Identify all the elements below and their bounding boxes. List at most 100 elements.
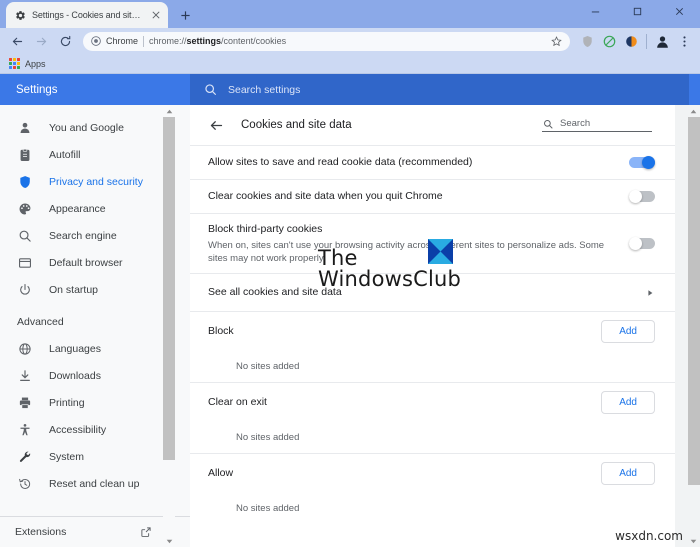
add-button-block[interactable]: Add bbox=[601, 320, 655, 343]
bookmark-star-icon[interactable] bbox=[549, 35, 563, 47]
scroll-down-arrow-icon[interactable] bbox=[688, 535, 700, 547]
window-close-button[interactable] bbox=[658, 0, 700, 22]
clear-on-quit-toggle[interactable] bbox=[629, 190, 655, 203]
sidebar-item-privacy-and-security[interactable]: Privacy and security bbox=[0, 168, 190, 195]
sidebar-item-label: Languages bbox=[49, 342, 101, 355]
scroll-down-arrow-icon[interactable] bbox=[163, 535, 175, 547]
sidebar-item-label: Reset and clean up bbox=[49, 477, 140, 490]
clipboard-icon bbox=[17, 147, 32, 162]
sidebar-item-search-engine[interactable]: Search engine bbox=[0, 222, 190, 249]
sidebar-advanced-section-toggle[interactable]: Advanced bbox=[0, 308, 190, 335]
printer-icon bbox=[17, 395, 32, 410]
scroll-up-arrow-icon[interactable] bbox=[163, 105, 175, 117]
sidebar-extensions-label: Extensions bbox=[15, 526, 67, 538]
add-button-allow[interactable]: Add bbox=[601, 462, 655, 485]
shield-extension-icon[interactable] bbox=[577, 31, 597, 51]
globe-icon bbox=[17, 341, 32, 356]
sidebar-item-label: On startup bbox=[49, 283, 99, 296]
row-text: Clear cookies and site data when you qui… bbox=[208, 181, 615, 212]
page-scroll-thumb[interactable] bbox=[687, 117, 700, 485]
new-tab-button[interactable] bbox=[174, 4, 196, 26]
bookmark-item-apps[interactable]: Apps bbox=[9, 58, 46, 69]
sidebar-item-label: Accessibility bbox=[49, 423, 107, 436]
sidebar-item-accessibility[interactable]: Accessibility bbox=[0, 416, 190, 443]
allow-cookies-toggle[interactable] bbox=[629, 156, 655, 169]
sidebar-item-languages[interactable]: Languages bbox=[0, 335, 190, 362]
window-controls bbox=[574, 0, 700, 22]
maximize-button[interactable] bbox=[616, 0, 658, 22]
section-label: Clear on exit bbox=[208, 396, 267, 408]
sidebar-item-system[interactable]: System bbox=[0, 443, 190, 470]
sidebar-item-extensions[interactable]: Extensions bbox=[0, 517, 190, 547]
three-dot-menu-icon[interactable] bbox=[674, 31, 694, 51]
sidebar-scroll-region: You and Google Autofill Privacy and secu… bbox=[0, 105, 190, 516]
row-text: Block third-party cookies When on, sites… bbox=[208, 214, 615, 273]
page-scroll-track[interactable] bbox=[687, 117, 700, 535]
adblock-extension-icon[interactable] bbox=[599, 31, 619, 51]
sidebar-item-label: Printing bbox=[49, 396, 85, 409]
omnibox-chip-label: Chrome bbox=[106, 36, 139, 46]
url-suffix: /content/cookies bbox=[221, 36, 287, 46]
accessibility-icon bbox=[17, 422, 32, 437]
search-icon bbox=[542, 118, 553, 129]
settings-toolbar: Settings Search settings bbox=[0, 74, 700, 105]
settings-sidebar: You and Google Autofill Privacy and secu… bbox=[0, 105, 190, 547]
browser-toolbar: Chrome chrome://settings/content/cookies bbox=[0, 28, 700, 54]
row-text: Block bbox=[208, 316, 587, 347]
sidebar-item-default-browser[interactable]: Default browser bbox=[0, 249, 190, 276]
minimize-button[interactable] bbox=[574, 0, 616, 22]
address-bar[interactable]: Chrome chrome://settings/content/cookies bbox=[83, 31, 570, 51]
scroll-up-arrow-icon[interactable] bbox=[688, 105, 700, 117]
person-icon bbox=[17, 120, 32, 135]
setting-row-block-third-party[interactable]: Block third-party cookies When on, sites… bbox=[190, 213, 675, 273]
empty-state-clear-on-exit: No sites added bbox=[236, 432, 300, 443]
row-text: See all cookies and site data bbox=[208, 277, 631, 308]
sidebar-item-autofill[interactable]: Autofill bbox=[0, 141, 190, 168]
cookies-settings-card: Cookies and site data Search Allow sites… bbox=[190, 105, 675, 547]
settings-title: Settings bbox=[16, 83, 58, 96]
toggle-knob bbox=[629, 237, 642, 250]
page-info-icon[interactable] bbox=[90, 36, 101, 47]
sidebar-item-label: Downloads bbox=[49, 369, 101, 382]
setting-row-allow-cookies[interactable]: Allow sites to save and read cookie data… bbox=[190, 145, 675, 179]
avatar-icon[interactable] bbox=[652, 31, 672, 51]
sidebar-item-downloads[interactable]: Downloads bbox=[0, 362, 190, 389]
settings-content: Cookies and site data Search Allow sites… bbox=[190, 105, 700, 547]
page-title: Cookies and site data bbox=[241, 119, 352, 131]
sidebar-item-label: You and Google bbox=[49, 121, 124, 134]
sidebar-scroll-thumb[interactable] bbox=[163, 117, 175, 460]
close-icon[interactable] bbox=[150, 9, 162, 21]
section-header-allow: Allow Add bbox=[190, 453, 675, 493]
search-icon bbox=[203, 83, 217, 97]
sidebar-item-on-startup[interactable]: On startup bbox=[0, 276, 190, 303]
chevron-right-icon bbox=[645, 289, 655, 297]
section-header-clear-on-exit: Clear on exit Add bbox=[190, 382, 675, 422]
gear-icon bbox=[15, 10, 26, 21]
sidebar-item-label: Privacy and security bbox=[49, 175, 143, 188]
browser-tab[interactable]: Settings - Cookies and site data bbox=[6, 2, 168, 28]
inline-search-input[interactable]: Search bbox=[542, 118, 652, 132]
section-label: Block bbox=[208, 325, 234, 337]
sidebar-scrollbar[interactable] bbox=[163, 105, 175, 547]
see-all-label: See all cookies and site data bbox=[208, 286, 342, 298]
url-prefix: chrome:// bbox=[149, 36, 187, 46]
block-third-party-toggle[interactable] bbox=[629, 237, 655, 250]
section-label: Allow bbox=[208, 467, 234, 479]
sidebar-item-you-and-google[interactable]: You and Google bbox=[0, 114, 190, 141]
sidebar-item-appearance[interactable]: Appearance bbox=[0, 195, 190, 222]
orange-extension-icon[interactable] bbox=[621, 31, 641, 51]
sidebar-scroll-track[interactable] bbox=[163, 117, 175, 535]
setting-row-clear-on-quit[interactable]: Clear cookies and site data when you qui… bbox=[190, 179, 675, 213]
settings-search-box[interactable]: Search settings bbox=[190, 74, 689, 105]
back-button[interactable] bbox=[6, 30, 28, 52]
reload-button[interactable] bbox=[54, 30, 76, 52]
sidebar-item-printing[interactable]: Printing bbox=[0, 389, 190, 416]
back-arrow-icon[interactable] bbox=[208, 117, 224, 133]
see-all-cookies-row[interactable]: See all cookies and site data bbox=[190, 273, 675, 311]
sidebar-item-reset-and-clean-up[interactable]: Reset and clean up bbox=[0, 470, 190, 497]
forward-button[interactable] bbox=[30, 30, 52, 52]
add-button-clear-on-exit[interactable]: Add bbox=[601, 391, 655, 414]
toggle-knob bbox=[629, 190, 642, 203]
setting-label: Clear cookies and site data when you qui… bbox=[208, 190, 443, 202]
page-scrollbar[interactable] bbox=[687, 105, 700, 547]
